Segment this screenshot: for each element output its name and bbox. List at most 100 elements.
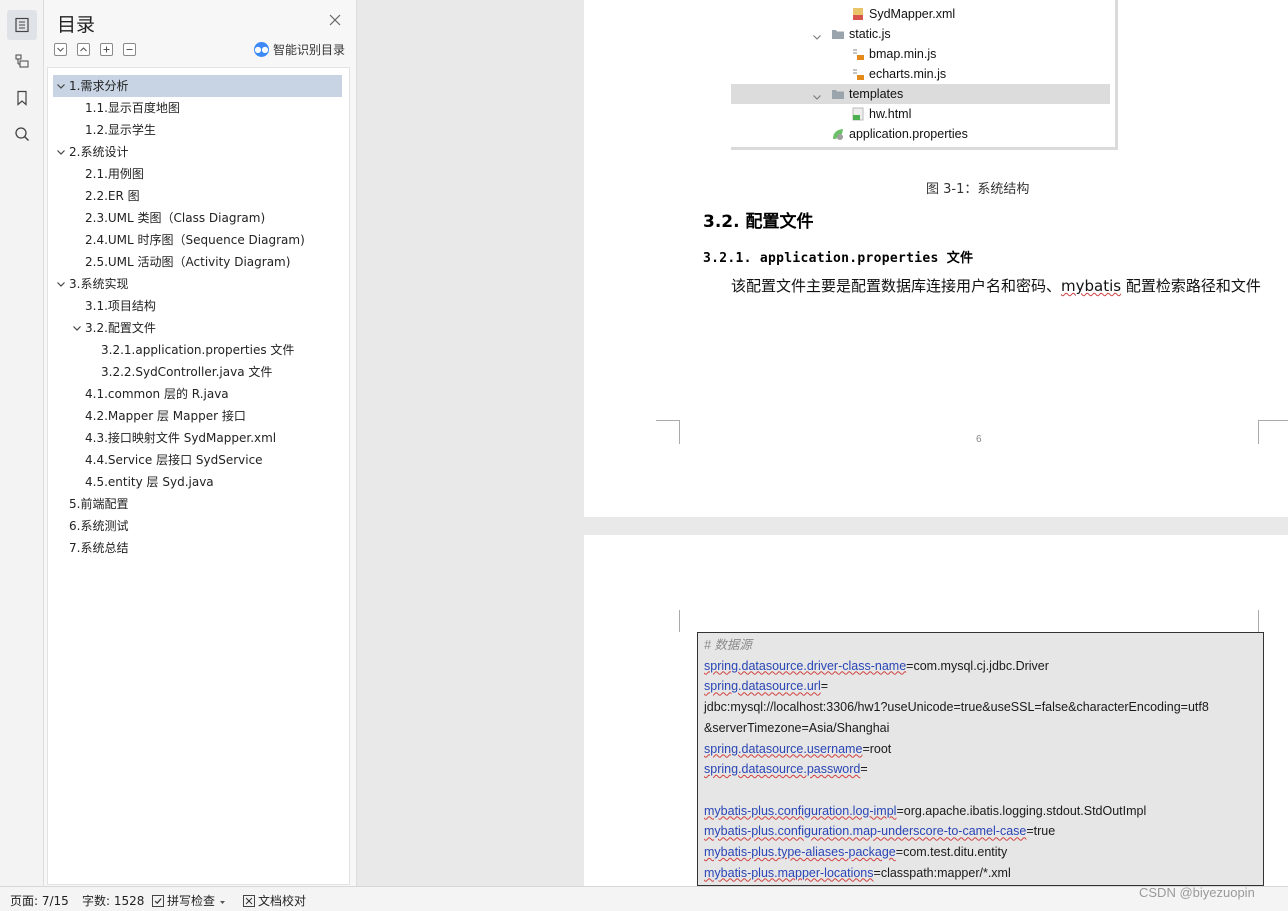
navigation-pane-icon[interactable] (7, 46, 37, 76)
collapse-all-button[interactable] (123, 43, 136, 56)
code-line: mybatis-plus.type-aliases-package=com.te… (704, 842, 1007, 862)
code-line: jdbc:mysql://localhost:3306/hw1?useUnico… (704, 697, 1209, 717)
property-value: jdbc:mysql://localhost:3306/hw1?useUnico… (704, 700, 1209, 715)
toc-item[interactable]: 2.4.UML 时序图（Sequence Diagram) (53, 229, 342, 251)
toc-item[interactable]: 2.3.UML 类图（Class Diagram) (53, 207, 342, 229)
toc-item[interactable]: 2.1.用例图 (53, 163, 342, 185)
toc-item-label: 7.系统总结 (69, 541, 129, 555)
side-rail (0, 0, 44, 886)
smart-toc-button[interactable]: ●● 智能识别目录 (254, 41, 345, 58)
crop-mark (1258, 420, 1288, 444)
toc-item[interactable]: 2.2.ER 图 (53, 185, 342, 207)
expand-level-button[interactable] (77, 43, 90, 56)
property-key: spring.datasource.username (704, 741, 863, 756)
property-value: =root (862, 741, 892, 756)
tree-row: static.js (731, 24, 1110, 44)
toc-item-label: 3.2.1.application.properties 文件 (101, 343, 295, 357)
folder-icon (831, 27, 845, 41)
property-value: =com.test.ditu.entity (895, 845, 1008, 859)
toc-item[interactable]: 7.系统总结 (53, 537, 342, 559)
code-line: mybatis-plus.configuration.map-underscor… (704, 821, 1055, 841)
code-line: mybatis-plus.mapper-locations=classpath:… (704, 863, 1011, 883)
toc-item[interactable]: 3.系统实现 (53, 273, 342, 295)
crop-mark (656, 610, 680, 632)
document-page: SydMapper.xml static.js bmap.min.js echarts… (584, 0, 1288, 517)
toc-item[interactable]: 1.2.显示学生 (53, 119, 342, 141)
tree-label: bmap.min.js (869, 47, 937, 61)
crop-mark (1258, 610, 1282, 632)
close-icon[interactable] (328, 13, 342, 27)
toc-item-label: 1.2.显示学生 (85, 123, 156, 137)
toc-item-label: 6.系统测试 (69, 519, 129, 533)
property-key: mybatis-plus.configuration.log-impl (704, 803, 897, 818)
proofread-icon (243, 895, 255, 907)
toc-item[interactable]: 4.4.Service 层接口 SydService (53, 449, 342, 471)
toc-item[interactable]: 3.2.1.application.properties 文件 (53, 339, 342, 361)
property-key: spring.datasource.url (704, 679, 821, 694)
toc-item-label: 2.5.UML 活动图（Activity Diagram) (85, 255, 291, 269)
chevron-down-icon (812, 88, 822, 100)
toc-item[interactable]: 2.5.UML 活动图（Activity Diagram) (53, 251, 342, 273)
property-value: =classpath:mapper/*.xml (873, 865, 1011, 880)
toc-item[interactable]: 4.2.Mapper 层 Mapper 接口 (53, 405, 342, 427)
code-line: spring.datasource.url= (704, 676, 828, 696)
html-file-icon (851, 107, 865, 121)
property-value: =com.mysql.cj.jdbc.Driver (906, 658, 1049, 673)
document-canvas[interactable]: SydMapper.xml static.js bmap.min.js echarts… (357, 0, 1288, 886)
chevron-down-icon[interactable] (55, 75, 67, 97)
chevron-down-icon[interactable] (71, 317, 83, 339)
chevron-down-icon[interactable] (55, 273, 67, 295)
expand-all-button[interactable] (100, 43, 113, 56)
toc-item-label: 5.前端配置 (69, 497, 129, 511)
toc-item[interactable]: 1.需求分析 (53, 75, 342, 97)
chevron-down-icon (812, 28, 822, 40)
toc-icon[interactable] (7, 10, 37, 40)
watermark: CSDN @biyezuopin (1139, 885, 1255, 900)
toc-item[interactable]: 3.2.2.SydController.java 文件 (53, 361, 342, 383)
toc-item[interactable]: 5.前端配置 (53, 493, 342, 515)
spell-check-label: 拼写检查 (167, 894, 216, 908)
toc-item-label: 3.1.项目结构 (85, 299, 156, 313)
toc-item[interactable]: 4.5.entity 层 Syd.java (53, 471, 342, 493)
toc-item[interactable]: 2.系统设计 (53, 141, 342, 163)
tree-row: templates (731, 84, 1110, 104)
section-heading: 3.2. 配置文件 (703, 212, 814, 232)
chevron-down-icon[interactable] (55, 141, 67, 163)
js-file-icon (851, 67, 865, 81)
toc-panel: 目录 ●● 智能识别目录 1.需求分析 1.1.显示百度地图 1.2.显示学生 2.系… (44, 0, 357, 886)
status-bar: 页面: 7/15 字数: 1528 拼写检查 文档校对 (0, 886, 1288, 911)
toc-item-label: 4.3.接口映射文件 SydMapper.xml (85, 431, 277, 445)
toc-item-label: 2.1.用例图 (85, 167, 144, 181)
page-number: 6 (976, 434, 982, 445)
tree-label: hw.html (869, 107, 912, 121)
spell-check-button[interactable]: 拼写检查 (152, 892, 226, 909)
property-value: &serverTimezone=Asia/Shanghai (704, 720, 890, 735)
search-icon[interactable] (7, 119, 37, 149)
toc-item-label: 3.2.2.SydController.java 文件 (101, 365, 273, 379)
toc-item[interactable]: 6.系统测试 (53, 515, 342, 537)
toc-item[interactable]: 3.1.项目结构 (53, 295, 342, 317)
js-file-icon (851, 47, 865, 61)
collapse-level-button[interactable] (54, 43, 67, 56)
bookmark-icon[interactable] (7, 83, 37, 113)
toc-item[interactable]: 4.3.接口映射文件 SydMapper.xml (53, 427, 342, 449)
paragraph-text: 该配置文件主要是配置数据库连接用户名和密码、 (731, 277, 1062, 295)
word-count[interactable]: 字数: 1528 (82, 892, 144, 909)
toc-item[interactable]: 1.1.显示百度地图 (53, 97, 342, 119)
tree-row: hw.html (731, 104, 1110, 124)
proofread-button[interactable]: 文档校对 (243, 892, 306, 909)
toc-item[interactable]: 4.1.common 层的 R.java (53, 383, 342, 405)
toc-item-label: 3.2.配置文件 (85, 321, 156, 335)
toc-item-label: 4.4.Service 层接口 SydService (85, 453, 263, 467)
property-value: =org.apache.ibatis.logging.stdout.StdOut… (896, 803, 1147, 818)
page-indicator[interactable]: 页面: 7/15 (10, 892, 69, 909)
property-value: # 数据源 (704, 638, 752, 652)
tree-label: SydMapper.xml (869, 7, 956, 21)
tree-label: application.properties (849, 127, 968, 141)
toc-item[interactable]: 3.2.配置文件 (53, 317, 342, 339)
tree-row: echarts.min.js (731, 64, 1110, 84)
code-line: &serverTimezone=Asia/Shanghai (704, 718, 889, 738)
chevron-down-icon (219, 901, 225, 904)
code-line: spring.datasource.password= (704, 759, 868, 779)
crop-mark (656, 420, 680, 444)
